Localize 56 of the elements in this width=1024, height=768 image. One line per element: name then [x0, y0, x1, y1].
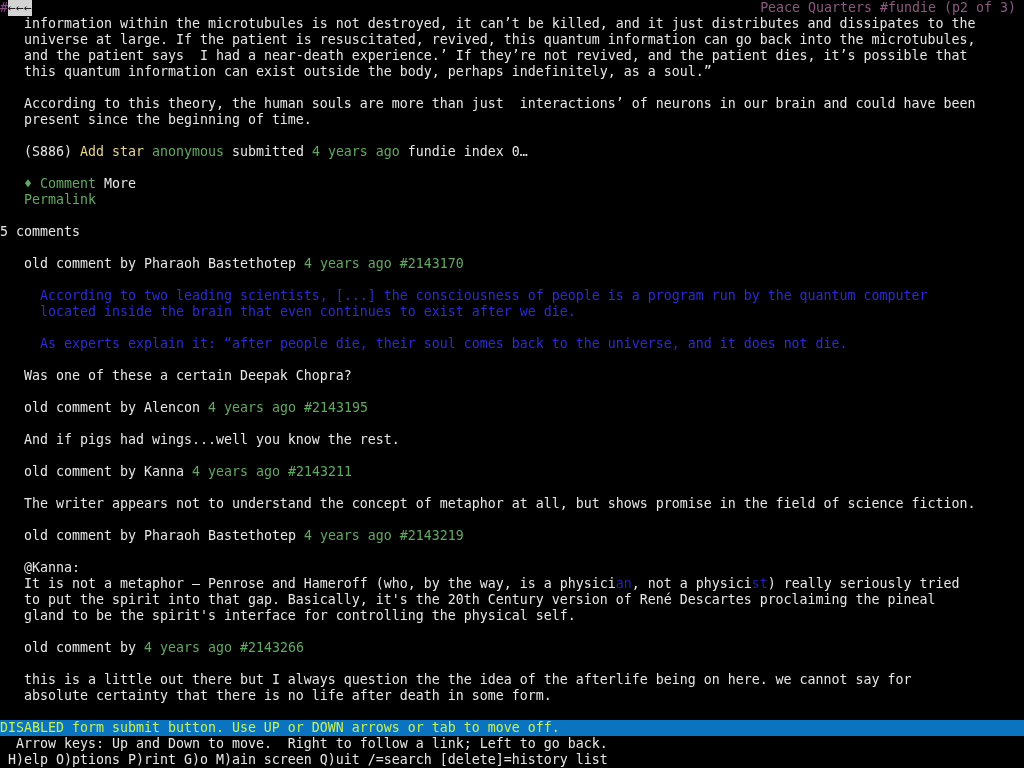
- bullet-icon: ♦: [24, 176, 32, 192]
- article-text: information within the microtubules is not destroyed, it can’t be killed, and it just distributes and dissipates to the: [24, 16, 976, 32]
- article-text: and the patient says I had a near-death experience.’ If they’re not revived, and the patient dies, it’s possible that: [24, 48, 968, 64]
- comment-age: 4 years ago: [303, 528, 392, 544]
- comment-text: The writer appears not to understand the concept of metaphor at all, but shows promise in the field of science fiction.: [24, 496, 976, 512]
- post-tags: fundie index 0…: [407, 144, 528, 160]
- comment-text: Was one of these a certain Deepak Chopra?: [24, 368, 352, 384]
- author-link[interactable]: anonymous: [151, 144, 224, 160]
- comment-label: old comment by: [24, 256, 136, 272]
- comment-number: #2143195: [303, 400, 368, 416]
- quote-text: According to two leading scientists, [...] the consciousness of people is a program run by the quantum computer: [40, 288, 928, 304]
- quote-text: As experts explain it: “after people die, their soul comes back to the universe, and it does not die.: [40, 336, 848, 352]
- post-age: 4 years ago: [311, 144, 400, 160]
- comment-text: @Kanna:: [24, 560, 80, 576]
- comment-text: gland to be the spirit's interface for controlling the physical self.: [24, 608, 576, 624]
- comment-age: 4 years ago: [143, 640, 232, 656]
- article-text: this quantum information can exist outside the body, perhaps indefinitely, as a soul.”: [24, 64, 712, 80]
- comment-author: Pharaoh Bastethotep: [143, 256, 296, 272]
- comment-number: #2143266: [239, 640, 304, 656]
- comment-text: to put the spirit into that gap. Basically, it's the 20th Century version of René Descartes proclaiming the pineal: [24, 592, 936, 608]
- comment-link[interactable]: Comment: [40, 176, 96, 192]
- comment-author: Pharaoh Bastethotep: [143, 528, 296, 544]
- comment-label: old comment by: [24, 464, 136, 480]
- post-id: (S886): [24, 144, 72, 160]
- comment-number: #2143219: [399, 528, 464, 544]
- comments-count: 5 comments: [0, 224, 80, 240]
- status-bar: DISABLED form submit button. Use UP or DOWN arrows or tab to move off.: [0, 720, 1024, 736]
- article-text: According to this theory, the human souls are more than just interactions’ of neurons in our brain and could have been: [24, 96, 976, 112]
- page-marker: #: [0, 0, 8, 16]
- comment-text: this is a little out there but I always question the the idea of the afterlife being on here. we cannot say for: [24, 672, 912, 688]
- comment-age: 4 years ago: [191, 464, 280, 480]
- comment-text: And if pigs had wings...well you know the rest.: [24, 432, 400, 448]
- permalink-link[interactable]: Permalink: [24, 192, 96, 208]
- submitted-label: submitted: [231, 144, 304, 160]
- comment-text: absolute certainty that there is no life after death in some form.: [24, 688, 552, 704]
- comment-author: Kanna: [143, 464, 184, 480]
- comment-label: old comment by: [24, 400, 136, 416]
- quote-text: located inside the brain that even continues to exist after we die.: [40, 304, 576, 320]
- article-text: universe at large. If the patient is resuscitated, revived, this quantum information can go back into the microtubules,: [24, 32, 976, 48]
- comment-label: old comment by: [24, 528, 136, 544]
- comment-number: #2143211: [287, 464, 352, 480]
- comment-author: Alencon: [143, 400, 200, 416]
- help-text: Arrow keys: Up and Down to move. Right to follow a link; Left to go back.: [16, 736, 608, 752]
- add-star-link[interactable]: Add star: [80, 144, 144, 160]
- comment-label: old comment by: [24, 640, 136, 656]
- page-title: Peace Quarters #fundie (p2 of 3): [760, 0, 1016, 16]
- comment-age: 4 years ago: [303, 256, 392, 272]
- article-text: present since the beginning of time.: [24, 112, 312, 128]
- comment-number: #2143170: [399, 256, 464, 272]
- comment-age: 4 years ago: [207, 400, 296, 416]
- comment-text: It is not a metaphor – Penrose and Hameroff (who, by the way, is a physici: [24, 576, 616, 592]
- more-link[interactable]: More: [104, 176, 136, 192]
- help-text: H)elp O)ptions P)rint G)o M)ain screen Q)uit /=search [delete]=history list: [8, 752, 608, 768]
- comment-text: ) really seriously tried: [767, 576, 960, 592]
- comment-text: , not a physici: [631, 576, 752, 592]
- back-link[interactable]: ←←←: [8, 0, 32, 16]
